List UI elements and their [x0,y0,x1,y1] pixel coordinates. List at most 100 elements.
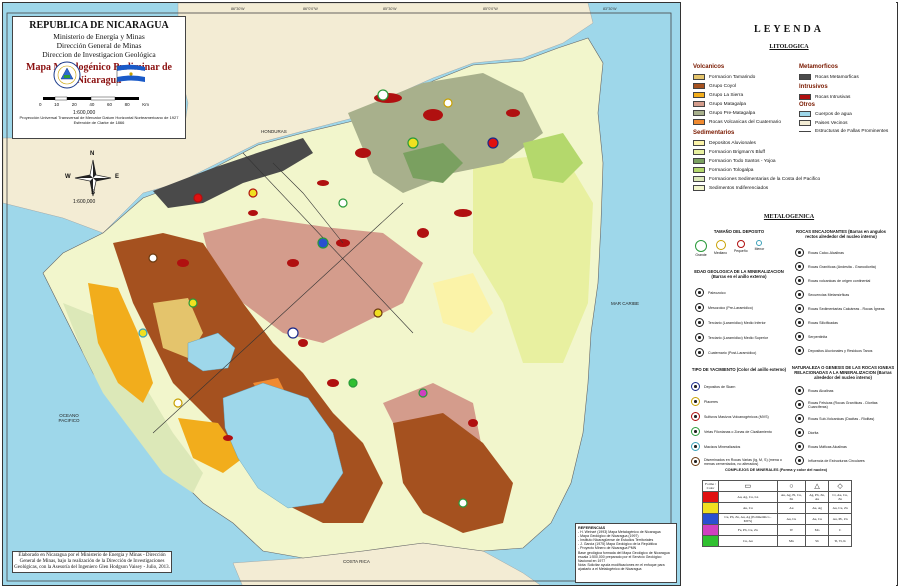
compass-e: E [115,174,120,180]
complex-cell: Au, Cu, Zn [828,502,852,514]
host-rock-symbol-icon [795,290,804,299]
complex-cell: Ti, Ti, K [828,535,852,547]
deposit-type-item: Depositos de Skarn [691,382,791,391]
scale-tick: 20 [71,102,77,107]
metamorphic-title: Metamorficos [799,64,839,70]
table-row: Au, Ag, Cu, Ln Au, Ag, Ei, Cu, Zn Ag, Pb, … [702,491,852,503]
legend-label: Rocas Calco-Alcalinas [808,250,844,255]
complex-shape-icon: ○ [776,480,806,492]
complex-shape-icon: ◇ [828,480,852,492]
swatch [693,110,705,116]
complex-cell: C [828,524,852,536]
legend-label: Rocas Metamorficas [815,74,859,80]
legend-label: Sedimentos Indiferenciados [709,185,769,191]
legend-label: Rocas Graníticas (Andesita - Granodiorit… [808,264,876,269]
swatch [799,120,811,126]
deposit-type-symbol-icon [691,397,700,406]
deposit-type-symbol-icon [691,457,700,466]
volcanic-item: Grupo Matagalpa [693,101,746,107]
coat-of-arms-icon [53,61,81,89]
reference-line: Base geológica formada del Mapa Geológic… [578,550,670,563]
host-rock-item: Rocas Silicificadas [795,318,895,327]
fault-line-swatch [799,131,811,132]
deposit-type-symbol-icon [691,382,700,391]
label-pacific-ocean: OCEANO PACIFICO [58,413,80,423]
scale-tick: 10 [54,102,60,107]
coord-top-2: 86°0'0"W [303,7,318,11]
genesis-item: Rocas Felsicas (Rocas Graníticas - Diori… [795,400,895,409]
complex-cell: Mn [776,535,806,547]
age-symbol-icon [695,288,704,297]
legend-label: Grupo Coyol [709,83,736,89]
legend-label: Rocas Alcalinas [808,388,834,393]
complex-cell: Au, Cu [804,513,830,525]
genesis-item: Rocas Sub-Volcanicas (Dacitas - Riolitas… [795,414,895,423]
sedimentary-item: Sedimentos Indiferenciados [693,185,768,191]
legend-label: Cuerpos de agua [815,111,852,117]
complex-cell: Au, Pb, Zn [828,513,852,525]
complex-cell: Cu, Au [718,535,778,547]
genesis-symbol-icon [795,428,804,437]
legend-label: Rocas Silicificadas [808,320,838,325]
legend-label: Rocas Intrusivas [815,94,851,100]
legend-label: Serpentinita [808,334,828,339]
swatch [693,158,705,164]
deposit-type-item: Diseminados en Rocas Varias (Ig, M, S) (… [691,457,791,466]
table-row: Cu, Pb, Zn, Au, Ag (Polimetálico - MVS) A… [702,513,852,525]
scale-tick: 60 [107,102,113,107]
swatch [799,74,811,80]
host-rock-item: Serpentinita [795,332,895,341]
legend-label: Secuencias Metamórficas [808,292,850,297]
host-rock-symbol-icon [795,318,804,327]
complex-color-swatch [702,502,719,514]
label-costa-rica: COSTA RICA [343,559,370,564]
swatch [693,101,705,107]
legend-label: Placeres [704,399,718,404]
genesis-item: Influencia de Estructuras Circulares [795,456,895,465]
genesis-symbol-icon [795,442,804,451]
size-label: Grande [695,253,707,257]
swatch [693,119,705,125]
swatch [693,176,705,182]
legend-label: Macizos Mineralizados [704,444,741,449]
volcanic-title: Volcanicos [693,64,725,70]
legend-label: Rocas volcanicas de origen continental [808,278,871,283]
legend-label: Rocas Sub-Volcanicas (Dacitas - Riolitas… [808,416,875,421]
complex-cell: Sb [804,535,830,547]
age-symbol-icon [695,333,704,342]
host-rock-item: Secuencias Metamórficas [795,290,895,299]
legend-label: Rocas Máficas Alcalinas [808,444,847,449]
age-symbol-icon [695,348,704,357]
complex-header-row: Forma / Color ▭ ○ △ ◇ [702,480,852,492]
deposit-type-item: Macizos Mineralizados [691,442,791,451]
credit-note: Elaborado en Nicaragua por el Ministerio… [12,551,172,573]
legend-label: Vetas Filonianas o Zonas de Cizallamient… [704,429,772,434]
complex-cell: Au, Cu [776,513,806,525]
direction-name: Dirección General de Minas [56,41,142,50]
host-rock-item: Rocas Sedimentarias Calcáreas - Rocas Íg… [795,304,895,313]
genesis-title: NATURALEZA O GENESIS DE LAS ROCAS IGNEAS… [791,365,895,380]
volcanic-item: Rocas Volcanicas del Cuaternario [693,119,781,125]
complex-shape-icon: △ [804,480,830,492]
scale-tick: 40 [89,102,95,107]
complex-cell: Fe, Pb, Cu, Zn [718,524,778,536]
legend-label: Diorita [808,430,819,435]
age-item: Terciario (Laramídico) Medio Superior [695,333,795,342]
host-rock-item: Rocas volcanicas de origen continental [795,276,895,285]
swatch [693,140,705,146]
legend-label: Depositos Aluvionales y Residuos Tanos [808,348,873,353]
table-row: Fe, Pb, Cu, Zn W Mo C [702,524,852,536]
swatch [799,111,811,117]
legend-label: Terciario (Laramídico) Medio Superior [708,335,769,340]
legend-label: Rocas Volcanicas del Cuaternario [709,119,781,125]
legend-item-water: Cuerpos de agua [799,111,852,117]
other-title: Otros [799,102,816,108]
legend-label: Terciario (Laramídico) Medio Inferior [708,320,766,325]
complex-cell: Au, Ag [804,502,830,514]
research-direction-name: Direccion de Investigacion Geológica [42,50,156,59]
sedimentary-item: Formacion Todo Santos - Yojoa [693,158,776,164]
legend-item-neighbors: Paises Vecinos [799,120,848,126]
reference-line: Nota: Solicitar ayuda modificaciones en … [578,562,665,571]
complex-cell: W [776,524,806,536]
genesis-symbol-icon [795,386,804,395]
